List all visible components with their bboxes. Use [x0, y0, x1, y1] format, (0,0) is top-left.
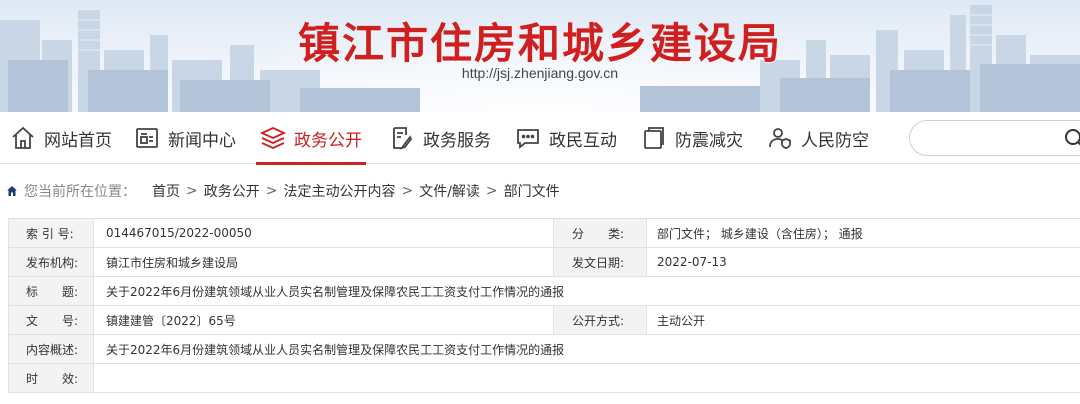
- openmode-label: 公开方式:: [553, 305, 647, 335]
- document-edit-icon: [393, 127, 413, 150]
- openmode-value: 主动公开: [646, 305, 1080, 335]
- main-nav: 网站首页 新闻中心 政务公开 政务服务 政民互动 防震减灾 人民防空: [0, 112, 1080, 165]
- nav-item-label: 网站首页: [44, 130, 112, 151]
- breadcrumb-separator: >: [265, 183, 278, 199]
- breadcrumb-gov-affairs-open[interactable]: 政务公开: [204, 181, 260, 201]
- table-row: 标 题: 关于2022年6月份建筑领域从业人员实名制管理及保障农民工工资支付工作…: [8, 276, 1080, 306]
- table-row: 时 效:: [8, 363, 1080, 393]
- layers-icon: [260, 127, 286, 149]
- table-row: 内容概述: 关于2022年6月份建筑领域从业人员实名制管理及保障农民工工资支付工…: [8, 334, 1080, 364]
- date-label: 发文日期:: [553, 247, 647, 277]
- index-value: 014467015/2022-00050: [93, 218, 554, 248]
- search-icon[interactable]: [1064, 128, 1080, 150]
- index-label: 索 引 号:: [8, 218, 94, 248]
- breadcrumb-files[interactable]: 文件/解读: [419, 181, 480, 201]
- breadcrumb-statutory-content[interactable]: 法定主动公开内容: [283, 181, 395, 201]
- publisher-value: 镇江市住房和城乡建设局: [93, 247, 554, 277]
- breadcrumb-separator: >: [401, 183, 414, 199]
- site-url: http://jsj.zhenjiang.gov.cn: [461, 65, 619, 81]
- nav-item-interaction[interactable]: 政民互动: [515, 112, 617, 164]
- nav-item-gov-service[interactable]: 政务服务: [389, 112, 491, 164]
- nav-item-earthquake[interactable]: 防震减灾: [641, 112, 743, 164]
- news-icon: [136, 128, 158, 148]
- table-row: 发布机构: 镇江市住房和城乡建设局 发文日期: 2022-07-13: [8, 247, 1080, 277]
- panel-icon: [644, 127, 664, 149]
- person-shield-icon: [769, 128, 791, 149]
- home-icon: [7, 186, 17, 196]
- title-label: 标 题:: [8, 276, 94, 306]
- document-info-table: 索 引 号: 014467015/2022-00050 分 类: 部门文件； 城…: [8, 218, 1080, 393]
- nav-item-news[interactable]: 新闻中心: [134, 112, 236, 164]
- publisher-label: 发布机构:: [8, 247, 94, 277]
- nav-item-civil-defense[interactable]: 人民防空: [767, 112, 869, 164]
- breadcrumb-dept-files[interactable]: 部门文件: [504, 181, 560, 201]
- docno-value: 镇建建管〔2022〕65号: [93, 305, 554, 335]
- category-value: 部门文件； 城乡建设（含住房）； 通报: [646, 218, 1080, 248]
- summary-label: 内容概述:: [8, 334, 94, 364]
- breadcrumb: 您当前所在位置： 首页 > 政务公开 > 法定主动公开内容 > 文件/解读 > …: [0, 180, 1080, 202]
- nav-item-gov-affairs-open[interactable]: 政务公开: [256, 112, 366, 165]
- category-label: 分 类:: [553, 218, 647, 248]
- nav-item-label: 防震减灾: [675, 130, 743, 151]
- breadcrumb-separator: >: [186, 183, 198, 199]
- docno-label: 文 号:: [8, 305, 94, 335]
- breadcrumb-home[interactable]: 首页: [152, 181, 180, 201]
- nav-item-label: 政民互动: [549, 130, 617, 151]
- summary-value: 关于2022年6月份建筑领域从业人员实名制管理及保障农民工工资支付工作情况的通报: [93, 334, 1080, 364]
- table-row: 文 号: 镇建建管〔2022〕65号 公开方式: 主动公开: [8, 305, 1080, 335]
- home-icon: [12, 126, 34, 149]
- site-banner: 镇江市住房和城乡建设局 http://jsj.zhenjiang.gov.cn: [0, 0, 1080, 112]
- validity-label: 时 效:: [8, 363, 94, 393]
- search-input[interactable]: [910, 121, 1060, 155]
- site-title: 镇江市住房和城乡建设局: [297, 19, 782, 68]
- breadcrumb-separator: >: [485, 183, 498, 199]
- title-value: 关于2022年6月份建筑领域从业人员实名制管理及保障农民工工资支付工作情况的通报: [93, 276, 1080, 306]
- nav-item-label: 新闻中心: [168, 130, 236, 151]
- table-row: 索 引 号: 014467015/2022-00050 分 类: 部门文件； 城…: [8, 218, 1080, 248]
- search-box: [909, 120, 1080, 156]
- nav-item-home[interactable]: 网站首页: [10, 112, 112, 164]
- chat-icon: [517, 129, 539, 149]
- nav-item-label: 人民防空: [801, 130, 869, 151]
- nav-item-label: 政务服务: [423, 130, 491, 151]
- validity-value: [93, 363, 1080, 393]
- nav-item-label: 政务公开: [294, 130, 362, 151]
- breadcrumb-prefix: 您当前所在位置：: [24, 184, 136, 200]
- date-value: 2022-07-13: [646, 247, 1080, 277]
